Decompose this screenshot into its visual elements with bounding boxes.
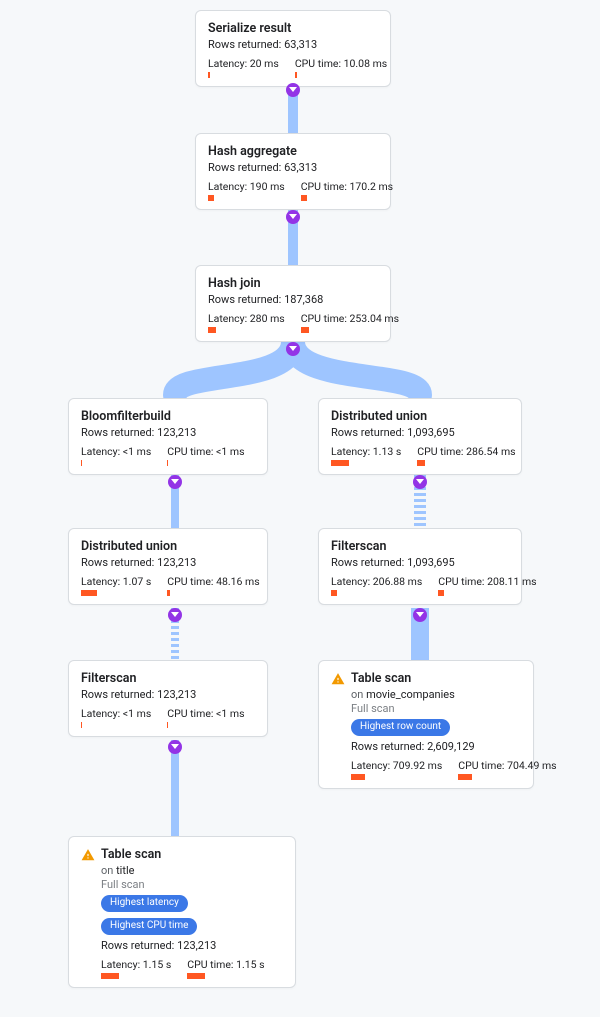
scan-type: Full scan (351, 702, 557, 715)
cpu-label: CPU time: <1 ms (167, 707, 244, 720)
node-title: Hash aggregate (208, 144, 378, 159)
rows-returned: Rows returned: 63,313 (208, 38, 378, 51)
node-title: Hash join (208, 276, 378, 291)
cpu-label: CPU time: <1 ms (167, 445, 244, 458)
rows-returned: Rows returned: 2,609,129 (351, 740, 557, 753)
collapse-toggle[interactable] (168, 475, 182, 489)
badges: Highest row count (351, 719, 557, 736)
collapse-toggle[interactable] (168, 740, 182, 754)
warning-icon (331, 672, 345, 686)
cpu-bar (187, 973, 264, 979)
node-serialize-result[interactable]: Serialize result Rows returned: 63,313 L… (195, 10, 391, 87)
cpu-bar (167, 722, 244, 728)
latency-bar (81, 722, 151, 728)
latency-label: Latency: 280 ms (208, 312, 285, 325)
cpu-label: CPU time: 253.04 ms (301, 312, 399, 325)
latency-bar (331, 590, 422, 596)
cpu-label: CPU time: 286.54 ms (417, 445, 515, 458)
rows-returned: Rows returned: 123,213 (81, 688, 255, 701)
node-title: Serialize result (208, 21, 378, 36)
latency-bar (331, 460, 401, 466)
node-title: Table scan (101, 847, 283, 862)
rows-returned: Rows returned: 123,213 (81, 426, 255, 439)
node-title: Table scan (351, 671, 557, 686)
node-distributed-union-right[interactable]: Distributed union Rows returned: 1,093,6… (318, 398, 522, 475)
rows-returned: Rows returned: 63,313 (208, 161, 378, 174)
node-hash-aggregate[interactable]: Hash aggregate Rows returned: 63,313 Lat… (195, 133, 391, 210)
latency-bar (351, 774, 442, 780)
scan-type: Full scan (101, 878, 283, 891)
node-title: Distributed union (81, 539, 255, 554)
collapse-toggle[interactable] (413, 475, 427, 489)
node-distributed-union-left[interactable]: Distributed union Rows returned: 123,213… (68, 528, 268, 605)
latency-bar (208, 195, 285, 201)
node-hash-join[interactable]: Hash join Rows returned: 187,368 Latency… (195, 265, 391, 342)
warning-icon (81, 848, 95, 862)
table-on: on title (101, 864, 283, 877)
node-title: Filterscan (331, 539, 509, 554)
cpu-bar (438, 590, 536, 596)
node-table-scan-movie-companies[interactable]: Table scan on movie_companies Full scan … (318, 660, 534, 789)
cpu-label: CPU time: 48.16 ms (167, 575, 259, 588)
cpu-bar (295, 72, 387, 78)
cpu-label: CPU time: 1.15 s (187, 958, 264, 971)
cpu-label: CPU time: 10.08 ms (295, 57, 387, 70)
cpu-bar (417, 460, 515, 466)
node-filterscan-left[interactable]: Filterscan Rows returned: 123,213 Latenc… (68, 660, 268, 737)
collapse-toggle[interactable] (413, 608, 427, 622)
latency-bar (101, 973, 171, 979)
node-bloomfilterbuild[interactable]: Bloomfilterbuild Rows returned: 123,213 … (68, 398, 268, 475)
collapse-toggle[interactable] (286, 83, 300, 97)
cpu-bar (167, 460, 244, 466)
node-title: Bloomfilterbuild (81, 409, 255, 424)
collapse-toggle[interactable] (286, 210, 300, 224)
latency-bar (208, 327, 285, 333)
badge-highest-row-count: Highest row count (351, 719, 450, 736)
latency-label: Latency: 20 ms (208, 57, 279, 70)
latency-bar (208, 72, 279, 78)
latency-label: Latency: 1.15 s (101, 958, 171, 971)
rows-returned: Rows returned: 123,213 (101, 939, 283, 952)
latency-bar (81, 590, 151, 596)
node-filterscan-right[interactable]: Filterscan Rows returned: 1,093,695 Late… (318, 528, 522, 605)
node-title: Filterscan (81, 671, 255, 686)
cpu-bar (301, 195, 393, 201)
rows-returned: Rows returned: 1,093,695 (331, 556, 509, 569)
latency-label: Latency: 1.13 s (331, 445, 401, 458)
rows-returned: Rows returned: 1,093,695 (331, 426, 509, 439)
rows-returned: Rows returned: 123,213 (81, 556, 255, 569)
cpu-label: CPU time: 170.2 ms (301, 180, 393, 193)
latency-bar (81, 460, 151, 466)
badges: Highest latency Highest CPU time (101, 895, 283, 935)
node-title: Distributed union (331, 409, 509, 424)
rows-returned: Rows returned: 187,368 (208, 293, 378, 306)
latency-label: Latency: <1 ms (81, 707, 151, 720)
latency-label: Latency: 709.92 ms (351, 759, 442, 772)
badge-highest-latency: Highest latency (101, 895, 188, 912)
latency-label: Latency: 206.88 ms (331, 575, 422, 588)
cpu-label: CPU time: 704.49 ms (458, 759, 556, 772)
cpu-bar (301, 327, 399, 333)
cpu-label: CPU time: 208.11 ms (438, 575, 536, 588)
latency-label: Latency: 1.07 s (81, 575, 151, 588)
cpu-bar (167, 590, 259, 596)
cpu-bar (458, 774, 556, 780)
node-table-scan-title[interactable]: Table scan on title Full scan Highest la… (68, 836, 296, 988)
latency-label: Latency: <1 ms (81, 445, 151, 458)
collapse-toggle[interactable] (168, 608, 182, 622)
collapse-toggle[interactable] (286, 342, 300, 356)
latency-label: Latency: 190 ms (208, 180, 285, 193)
badge-highest-cpu: Highest CPU time (101, 918, 197, 935)
table-on: on movie_companies (351, 688, 557, 701)
